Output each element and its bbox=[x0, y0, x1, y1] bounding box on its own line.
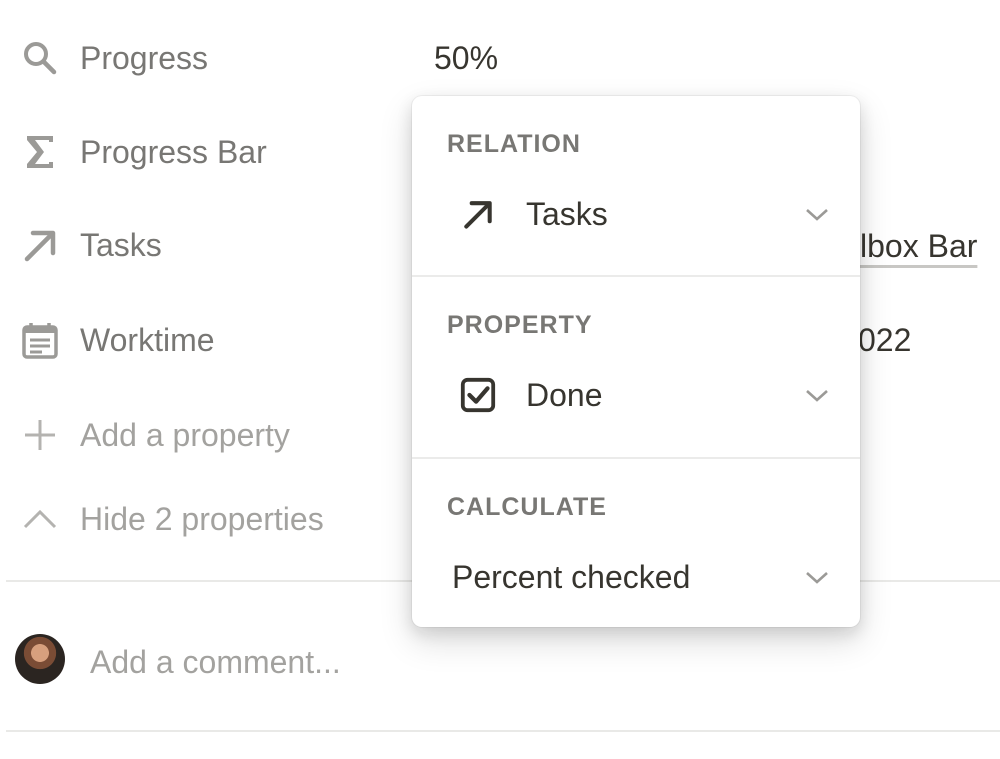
relation-value: Tasks bbox=[526, 195, 608, 232]
add-property-label: Add a property bbox=[80, 416, 290, 453]
calculate-select[interactable]: Percent checked bbox=[432, 548, 844, 606]
property-label: Progress bbox=[80, 39, 209, 76]
property-label: Progress Bar bbox=[80, 133, 267, 170]
relation-section: RELATION Tasks bbox=[412, 96, 860, 276]
property-label: Worktime bbox=[80, 321, 215, 358]
chevron-down-icon bbox=[802, 562, 832, 592]
property-label: PROPERTY bbox=[447, 311, 593, 339]
add-property-button[interactable]: Add a property bbox=[18, 405, 398, 465]
hide-properties-label: Hide 2 properties bbox=[80, 500, 324, 537]
calculate-label: CALCULATE bbox=[447, 493, 607, 521]
plus-icon bbox=[18, 413, 62, 457]
hide-properties-button[interactable]: Hide 2 properties bbox=[18, 489, 398, 549]
chevron-down-icon bbox=[802, 380, 832, 410]
divider bbox=[6, 730, 1000, 732]
property-row-progress[interactable]: Progress bbox=[18, 28, 398, 88]
chevron-up-icon bbox=[18, 497, 62, 541]
chevron-down-icon bbox=[802, 199, 832, 229]
property-row-worktime[interactable]: Worktime bbox=[18, 310, 398, 370]
calendar-icon bbox=[18, 318, 62, 362]
worktime-value[interactable]: 022 bbox=[858, 322, 911, 359]
property-row-progress-bar[interactable]: Progress Bar bbox=[18, 122, 398, 182]
arrow-up-right-icon bbox=[18, 223, 62, 267]
progress-value: 50% bbox=[434, 40, 499, 76]
relation-label: RELATION bbox=[447, 130, 581, 158]
avatar bbox=[15, 634, 65, 684]
property-value: Done bbox=[526, 376, 603, 413]
comment-input[interactable] bbox=[90, 640, 970, 684]
property-row-tasks[interactable]: Tasks bbox=[18, 215, 398, 275]
property-section: PROPERTY Done bbox=[412, 277, 860, 457]
sigma-icon bbox=[18, 130, 62, 174]
arrow-up-right-icon bbox=[454, 190, 502, 238]
property-label: Tasks bbox=[80, 226, 162, 263]
rollup-config-popup: RELATION Tasks PROPERTY Done CALCULATE P… bbox=[412, 96, 860, 627]
checkbox-icon bbox=[454, 371, 502, 419]
property-select[interactable]: Done bbox=[432, 366, 844, 424]
tasks-relation-value[interactable]: lbox Bar bbox=[860, 228, 977, 265]
relation-select[interactable]: Tasks bbox=[432, 185, 844, 243]
calculate-section: CALCULATE Percent checked bbox=[412, 459, 860, 627]
search-icon bbox=[18, 36, 62, 80]
calculate-value: Percent checked bbox=[452, 558, 691, 595]
